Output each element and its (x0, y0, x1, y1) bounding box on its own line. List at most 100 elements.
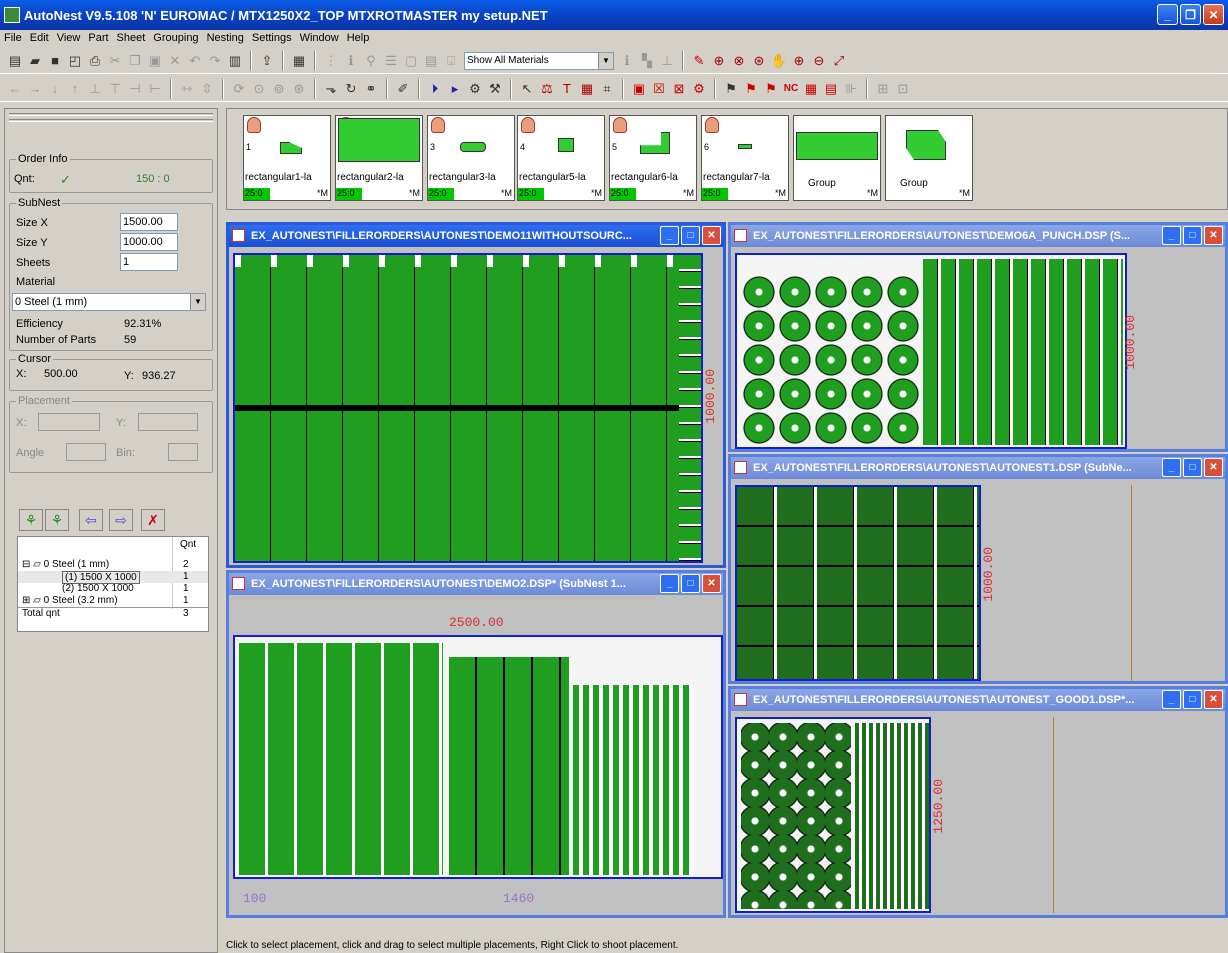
tile-icon[interactable]: ⊞ (874, 80, 892, 98)
menu-grouping[interactable]: Grouping (153, 32, 198, 44)
menu-window[interactable]: Window (300, 32, 339, 44)
rotate-icon[interactable]: ⟳ (230, 80, 248, 98)
restore-button[interactable]: ❐ (1180, 4, 1201, 25)
move-up-icon[interactable]: ↑ (66, 80, 84, 98)
minimize-button[interactable]: _ (1162, 226, 1181, 245)
text-icon[interactable]: T (558, 80, 576, 98)
menu-settings[interactable]: Settings (252, 32, 292, 44)
open-icon[interactable]: ▰ (26, 52, 44, 70)
nc-report-icon[interactable]: ▤ (822, 80, 840, 98)
redo-icon[interactable]: ↷ (206, 52, 224, 70)
menu-nesting[interactable]: Nesting (207, 32, 244, 44)
window-titlebar[interactable]: EX_AUTONEST\FILLERORDERS\AUTONEST\DEMO6A… (731, 225, 1225, 247)
copy-sheet-icon[interactable]: ▢ (402, 52, 420, 70)
push-up-icon[interactable]: ⊢ (146, 80, 164, 98)
edit-icon[interactable]: ✐ (394, 80, 412, 98)
nc-table-icon[interactable]: ▦ (802, 80, 820, 98)
part-card[interactable]: 6 rectangular7-la 25:0 *M (701, 115, 789, 201)
paste-icon[interactable]: ▣ (146, 52, 164, 70)
minimize-button[interactable]: _ (1162, 690, 1181, 709)
menu-part[interactable]: Part (88, 32, 108, 44)
push-right-icon[interactable]: ⊤ (106, 80, 124, 98)
window-titlebar[interactable]: EX_AUTONEST\FILLERORDERS\AUTONEST\AUTONE… (731, 689, 1225, 711)
sizey-field[interactable]: 1000.00 (120, 233, 178, 251)
placement-x-field[interactable] (38, 413, 100, 431)
prev-sheet-icon[interactable]: ⇦ (79, 509, 103, 531)
play-icon[interactable]: ▸ (446, 80, 464, 98)
nest-window-demo6a[interactable]: EX_AUTONEST\FILLERORDERS\AUTONEST\DEMO6A… (728, 222, 1228, 452)
table-icon[interactable]: ▦ (578, 80, 596, 98)
delete-part-icon[interactable]: ☒ (650, 80, 668, 98)
pin-icon[interactable]: ⚲ (362, 52, 380, 70)
menu-edit[interactable]: Edit (30, 32, 49, 44)
nc-icon[interactable]: NC (782, 80, 800, 98)
rotate180-icon[interactable]: ⊚ (270, 80, 288, 98)
close-button[interactable]: ✕ (1204, 226, 1223, 245)
close-button[interactable]: ✕ (702, 574, 721, 593)
window-titlebar[interactable]: EX_AUTONEST\FILLERORDERS\AUTONEST\DEMO11… (229, 225, 723, 247)
minimize-button[interactable]: _ (1162, 458, 1181, 477)
nst-icon[interactable]: ⚑ (762, 80, 780, 98)
minimize-button[interactable]: _ (1157, 4, 1178, 25)
tree-row[interactable]: ⊞ ▱ 0 Steel (3.2 mm) 1 (18, 595, 208, 607)
delete-subnest-icon[interactable]: ✗ (141, 509, 165, 531)
measure-icon[interactable]: ⚖ (538, 80, 556, 98)
frame-icon[interactable]: ⌗ (598, 80, 616, 98)
add-sheet-icon[interactable]: ⚘ (19, 509, 43, 531)
next-sheet-icon[interactable]: ⇨ (109, 509, 133, 531)
nest-sheet[interactable] (233, 253, 703, 563)
pan-icon[interactable]: ✋ (770, 52, 788, 70)
part-card[interactable]: 1 rectangular1-la 25:0 *M (243, 115, 331, 201)
window-titlebar[interactable]: EX_AUTONEST\FILLERORDERS\AUTONEST\AUTONE… (731, 457, 1225, 479)
save-icon[interactable]: ■ (46, 52, 64, 70)
part-card[interactable]: 2 rectangular2-la 25:0 *M (335, 115, 423, 201)
zoom-out-icon[interactable]: ⊖ (810, 52, 828, 70)
cut-icon[interactable]: ✂ (106, 52, 124, 70)
push-left-icon[interactable]: ⊥ (86, 80, 104, 98)
zoom-fit-icon[interactable]: ⊛ (750, 52, 768, 70)
maximize-button[interactable]: □ (681, 226, 700, 245)
part-card[interactable]: 4 rectangular5-la 25:0 *M (517, 115, 605, 201)
select-icon[interactable]: ↖ (518, 80, 536, 98)
print-preview-icon[interactable]: ◰ (66, 52, 84, 70)
push-down-icon[interactable]: ⊣ (126, 80, 144, 98)
menu-sheet[interactable]: Sheet (117, 32, 146, 44)
move-right-icon[interactable]: → (26, 80, 44, 98)
arrange-icon[interactable]: ⬎ (322, 80, 340, 98)
chevron-down-icon[interactable]: ▼ (190, 294, 205, 310)
stack-icon[interactable]: ▚ (638, 52, 656, 70)
menu-file[interactable]: File (4, 32, 22, 44)
chevron-down-icon[interactable]: ▼ (598, 52, 613, 69)
export-icon[interactable]: ⇪ (258, 52, 276, 70)
nest-window-demo11[interactable]: EX_AUTONEST\FILLERORDERS\AUTONEST\DEMO11… (226, 222, 726, 568)
part-card[interactable]: 5 rectangular6-la 25:0 *M (609, 115, 697, 201)
grid-icon[interactable]: ⋮ (322, 52, 340, 70)
list-icon[interactable]: ☰ (382, 52, 400, 70)
window-titlebar[interactable]: EX_AUTONEST\FILLERORDERS\AUTONEST\DEMO2.… (229, 573, 723, 595)
zoom-window-icon[interactable]: ⊕ (710, 52, 728, 70)
nest-sheet[interactable] (735, 717, 931, 913)
maximize-button[interactable]: □ (1183, 458, 1202, 477)
tree-row[interactable]: Total qnt 3 (18, 607, 208, 619)
minimize-button[interactable]: _ (660, 574, 679, 593)
nest-window-autonest-good1[interactable]: EX_AUTONEST\FILLERORDERS\AUTONEST\AUTONE… (728, 686, 1228, 918)
sizex-field[interactable]: 1500.00 (120, 213, 178, 231)
pen-icon[interactable]: ✎ (690, 52, 708, 70)
delete-icon[interactable]: ✕ (166, 52, 184, 70)
nest-sheet[interactable] (735, 485, 981, 681)
info-icon[interactable]: ℹ (342, 52, 360, 70)
tree-row[interactable]: ⊟ ▱ 0 Steel (1 mm) 2 (18, 559, 208, 571)
menu-help[interactable]: Help (347, 32, 370, 44)
material-filter-dropdown[interactable]: Show All Materials ▼ (464, 51, 614, 70)
angle-field[interactable] (66, 443, 106, 461)
mirror-h-icon[interactable]: ⇿ (178, 80, 196, 98)
zoom-in-icon[interactable]: ⊕ (790, 52, 808, 70)
nest-window-demo2[interactable]: EX_AUTONEST\FILLERORDERS\AUTONEST\DEMO2.… (226, 570, 726, 918)
delete-sheet-icon[interactable]: ⊠ (670, 80, 688, 98)
print-icon[interactable]: ⎙ (86, 52, 104, 70)
maximize-button[interactable]: □ (1183, 690, 1202, 709)
label-icon[interactable]: ⍗ (442, 52, 460, 70)
group-card[interactable]: Group *M (885, 115, 973, 201)
nest-window-autonest1[interactable]: EX_AUTONEST\FILLERORDERS\AUTONEST\AUTONE… (728, 454, 1228, 684)
part-info-icon[interactable]: ▣ (630, 80, 648, 98)
